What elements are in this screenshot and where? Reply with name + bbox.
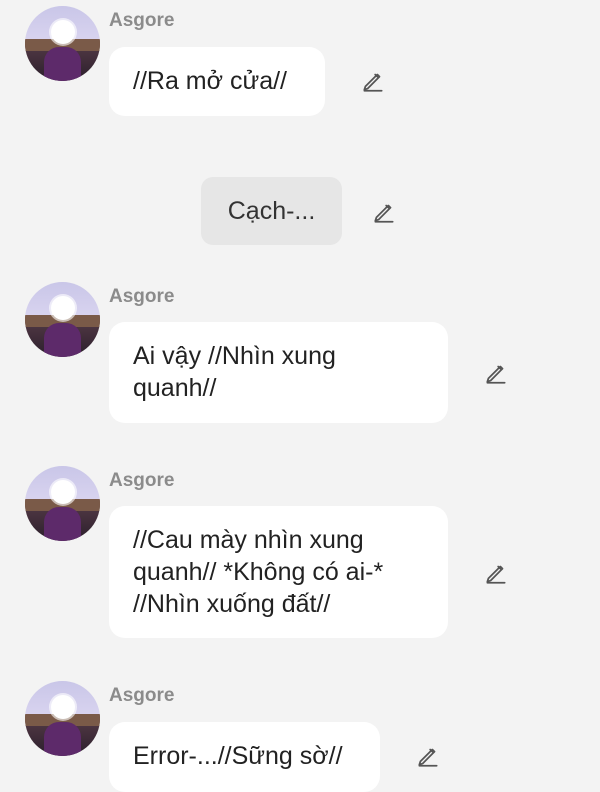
character-avatar[interactable] — [25, 466, 100, 541]
character-avatar[interactable] — [25, 681, 100, 756]
message-bubble[interactable]: //Ra mở cửa// — [109, 47, 325, 116]
message-bubble[interactable]: //Cau mày nhìn xung quanh// *Không có ai… — [109, 506, 448, 638]
user-message-bubble[interactable]: Cạch-... — [201, 177, 342, 245]
character-name: Asgore — [109, 685, 175, 706]
message-bubble[interactable]: Error-...//Sững sờ// — [109, 722, 380, 792]
character-name: Asgore — [109, 10, 175, 31]
character-avatar[interactable] — [25, 6, 100, 81]
pencil-icon[interactable] — [413, 741, 443, 771]
message-bubble[interactable]: Ai vậy //Nhìn xung quanh// — [109, 322, 448, 423]
character-name: Asgore — [109, 470, 175, 491]
pencil-icon[interactable] — [358, 66, 388, 96]
pencil-icon[interactable] — [369, 197, 399, 227]
character-avatar[interactable] — [25, 282, 100, 357]
pencil-icon[interactable] — [481, 358, 511, 388]
character-name: Asgore — [109, 286, 175, 307]
pencil-icon[interactable] — [481, 558, 511, 588]
